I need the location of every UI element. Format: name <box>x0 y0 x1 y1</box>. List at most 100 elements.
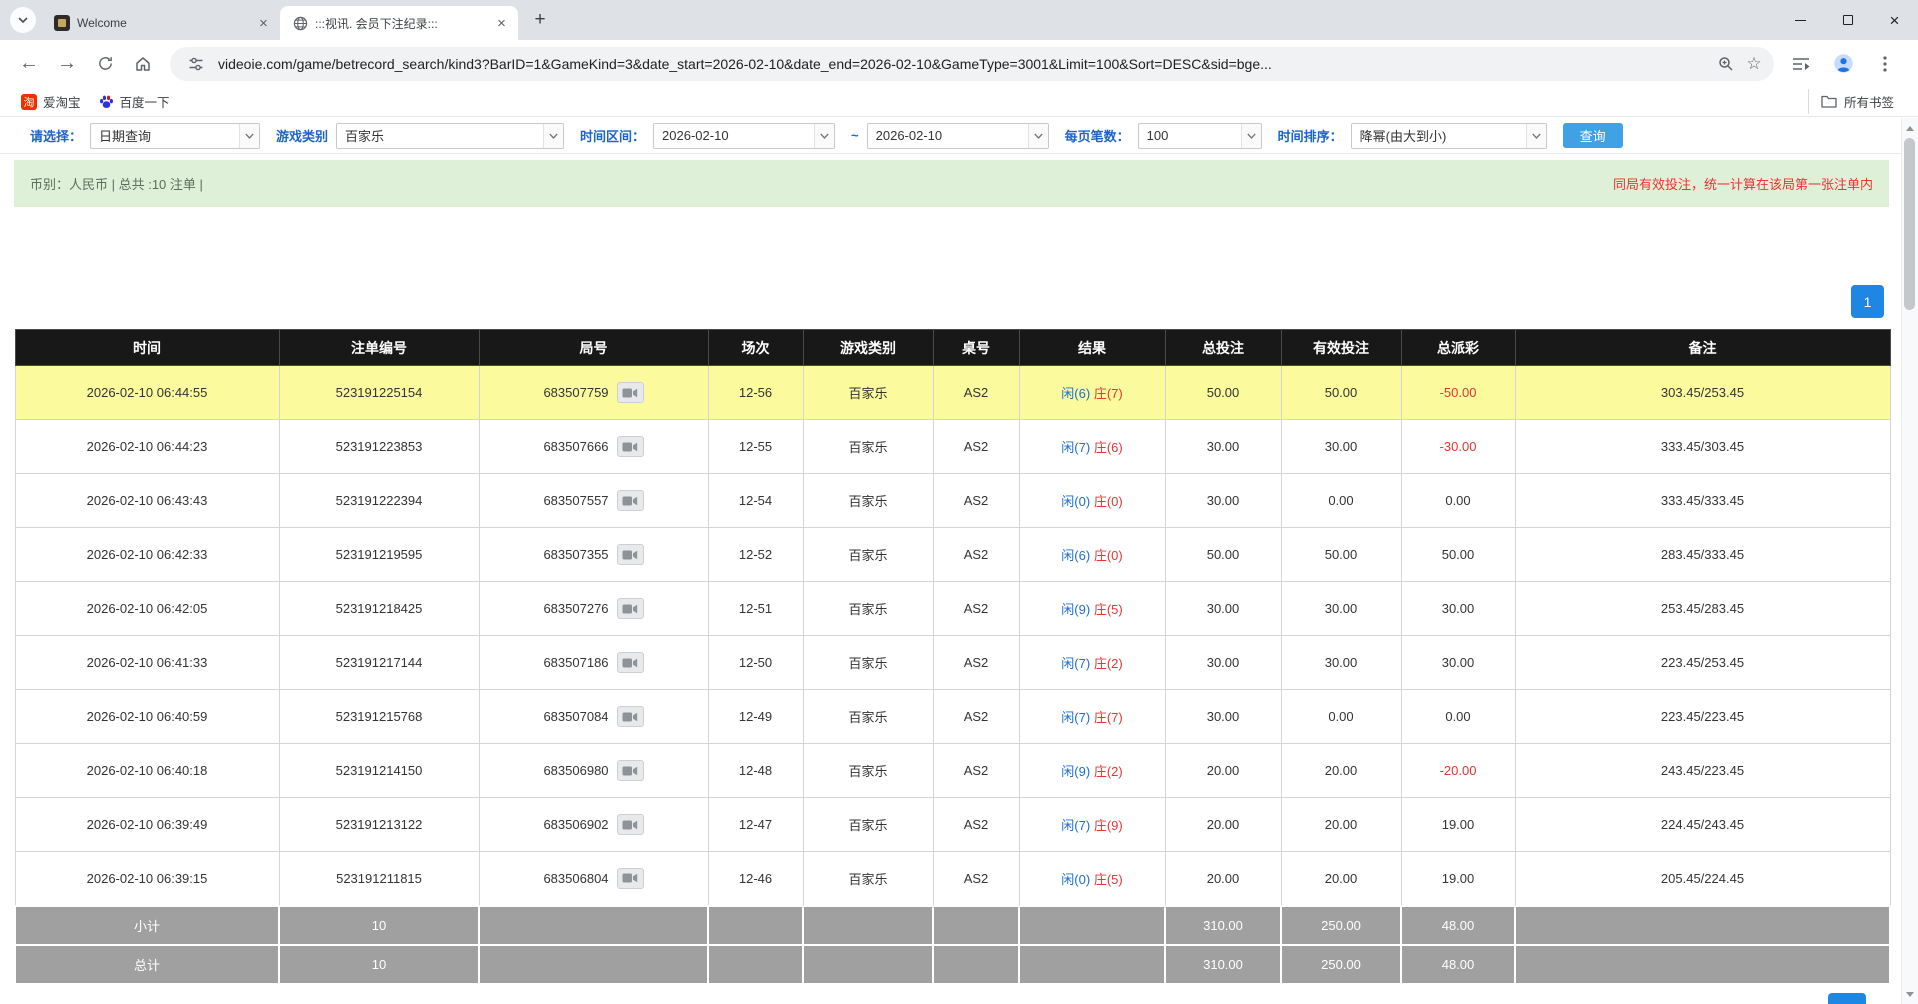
date-end-select[interactable]: 2026-02-10 <box>867 123 1049 149</box>
video-replay-icon[interactable] <box>617 544 644 565</box>
all-bookmarks-button[interactable]: 所有书签 <box>1808 89 1906 114</box>
query-button[interactable]: 查询 <box>1563 123 1623 148</box>
total-bet-link[interactable]: 20.00 <box>1165 798 1281 852</box>
chevron-down-icon <box>239 124 259 148</box>
browser-menu-button[interactable] <box>1868 47 1902 81</box>
result-player: 闲(7) <box>1061 710 1090 725</box>
empty-cell <box>1019 906 1165 945</box>
vertical-scrollbar[interactable] <box>1901 118 1918 1004</box>
minimize-window-button[interactable] <box>1777 0 1824 40</box>
result-banker: 庄(9) <box>1094 818 1123 833</box>
date-start-select[interactable]: 2026-02-10 <box>653 123 835 149</box>
total-bet-link[interactable]: 50.00 <box>1165 366 1281 420</box>
tab-close-icon[interactable]: × <box>255 15 272 32</box>
total-bet-link[interactable]: 50.00 <box>1165 528 1281 582</box>
browser-tab-bet-records[interactable]: :::视讯. 会员下注纪录::: × <box>280 6 518 40</box>
cell-note: 224.45/243.45 <box>1515 798 1890 852</box>
video-replay-icon[interactable] <box>617 382 644 403</box>
maximize-icon <box>1843 15 1853 25</box>
per-page-select[interactable]: 100 <box>1138 123 1262 149</box>
video-replay-icon[interactable] <box>617 652 644 673</box>
bookmark-baidu[interactable]: 百度一下 <box>90 89 179 114</box>
total-bet-link[interactable]: 30.00 <box>1165 636 1281 690</box>
result-player: 闲(0) <box>1061 494 1090 509</box>
result-banker: 庄(6) <box>1094 440 1123 455</box>
game-type-select[interactable]: 百家乐 <box>336 123 564 149</box>
media-controls-button[interactable] <box>1784 47 1818 81</box>
cell-session: 12-51 <box>708 582 803 636</box>
cell-bet-id: 523191225154 <box>279 366 479 420</box>
cell-round: 683507084 <box>479 690 708 744</box>
video-replay-icon[interactable] <box>617 598 644 619</box>
tab-search-button[interactable] <box>10 7 36 33</box>
scroll-down-icon[interactable] <box>1902 988 1918 1000</box>
cell-valid-bet: 30.00 <box>1281 420 1401 474</box>
total-bet-link[interactable]: 20.00 <box>1165 744 1281 798</box>
taobao-icon: 淘 <box>21 94 37 110</box>
profile-button[interactable] <box>1826 47 1860 81</box>
total-row: 总计 10 310.00 250.00 48.00 <box>15 945 1890 984</box>
bookmark-label: 爱淘宝 <box>43 92 81 111</box>
cell-result: 闲(6) 庄(7) <box>1019 366 1165 420</box>
cell-bet-id: 523191211815 <box>279 852 479 906</box>
video-replay-icon[interactable] <box>617 706 644 727</box>
refresh-button[interactable] <box>88 47 122 81</box>
video-replay-icon[interactable] <box>617 868 644 889</box>
maximize-window-button[interactable] <box>1824 0 1871 40</box>
video-replay-icon[interactable] <box>617 814 644 835</box>
round-id-text: 683507186 <box>543 655 608 670</box>
scroll-up-icon[interactable] <box>1902 122 1918 134</box>
total-bet-link[interactable]: 30.00 <box>1165 474 1281 528</box>
bookmark-star-icon[interactable]: ☆ <box>1740 50 1768 78</box>
cell-game: 百家乐 <box>803 420 933 474</box>
total-bet-link[interactable]: 30.00 <box>1165 420 1281 474</box>
table-body: 2026-02-10 06:44:55 523191225154 6835077… <box>15 366 1890 906</box>
cell-time: 2026-02-10 06:42:05 <box>15 582 279 636</box>
pagination-page-button[interactable]: 1 <box>1851 285 1884 318</box>
video-replay-icon[interactable] <box>617 436 644 457</box>
pagination-bottom-partial[interactable] <box>1828 993 1866 1004</box>
cell-round: 683506902 <box>479 798 708 852</box>
table-row: 2026-02-10 06:39:15 523191211815 6835068… <box>15 852 1890 906</box>
bookmark-aitaobao[interactable]: 淘 爱淘宝 <box>12 89 90 114</box>
sort-order-select[interactable]: 降幂(由大到小) <box>1351 123 1547 149</box>
date-mode-select[interactable]: 日期查询 <box>90 123 260 149</box>
back-button[interactable]: ← <box>12 47 46 81</box>
close-window-button[interactable]: × <box>1871 0 1918 40</box>
cell-note: 283.45/333.45 <box>1515 528 1890 582</box>
total-count: 10 <box>279 945 479 984</box>
cell-time: 2026-02-10 06:44:23 <box>15 420 279 474</box>
empty-cell <box>1515 945 1890 984</box>
new-tab-button[interactable]: + <box>526 6 554 34</box>
result-banker: 庄(7) <box>1094 386 1123 401</box>
round-id-text: 683507759 <box>543 385 608 400</box>
url-text[interactable]: videoie.com/game/betrecord_search/kind3?… <box>218 56 1704 72</box>
cell-time: 2026-02-10 06:39:15 <box>15 852 279 906</box>
payout-cell: 30.00 <box>1401 636 1515 690</box>
welcome-favicon-icon <box>54 15 70 31</box>
date-start-value: 2026-02-10 <box>654 128 814 143</box>
cell-time: 2026-02-10 06:40:59 <box>15 690 279 744</box>
video-replay-icon[interactable] <box>617 490 644 511</box>
total-bet-link[interactable]: 20.00 <box>1165 852 1281 906</box>
table-row: 2026-02-10 06:43:43 523191222394 6835075… <box>15 474 1890 528</box>
site-info-icon[interactable] <box>182 50 210 78</box>
scrollbar-thumb[interactable] <box>1904 138 1915 310</box>
browser-tab-welcome[interactable]: Welcome × <box>42 6 280 40</box>
total-bet-link[interactable]: 30.00 <box>1165 690 1281 744</box>
cell-game: 百家乐 <box>803 582 933 636</box>
cell-table: AS2 <box>933 636 1019 690</box>
cell-time: 2026-02-10 06:40:18 <box>15 744 279 798</box>
zoom-icon[interactable] <box>1712 50 1740 78</box>
total-label: 总计 <box>15 945 279 984</box>
forward-button[interactable]: → <box>50 47 84 81</box>
col-header-payout: 总派彩 <box>1401 330 1515 366</box>
subtotal-payout: 48.00 <box>1401 906 1515 945</box>
total-bet-link[interactable]: 30.00 <box>1165 582 1281 636</box>
home-button[interactable] <box>126 47 160 81</box>
video-replay-icon[interactable] <box>617 760 644 781</box>
address-bar[interactable]: videoie.com/game/betrecord_search/kind3?… <box>170 47 1774 81</box>
tab-close-icon[interactable]: × <box>493 15 510 32</box>
result-player: 闲(7) <box>1061 656 1090 671</box>
toolbar-icons <box>1782 47 1904 81</box>
